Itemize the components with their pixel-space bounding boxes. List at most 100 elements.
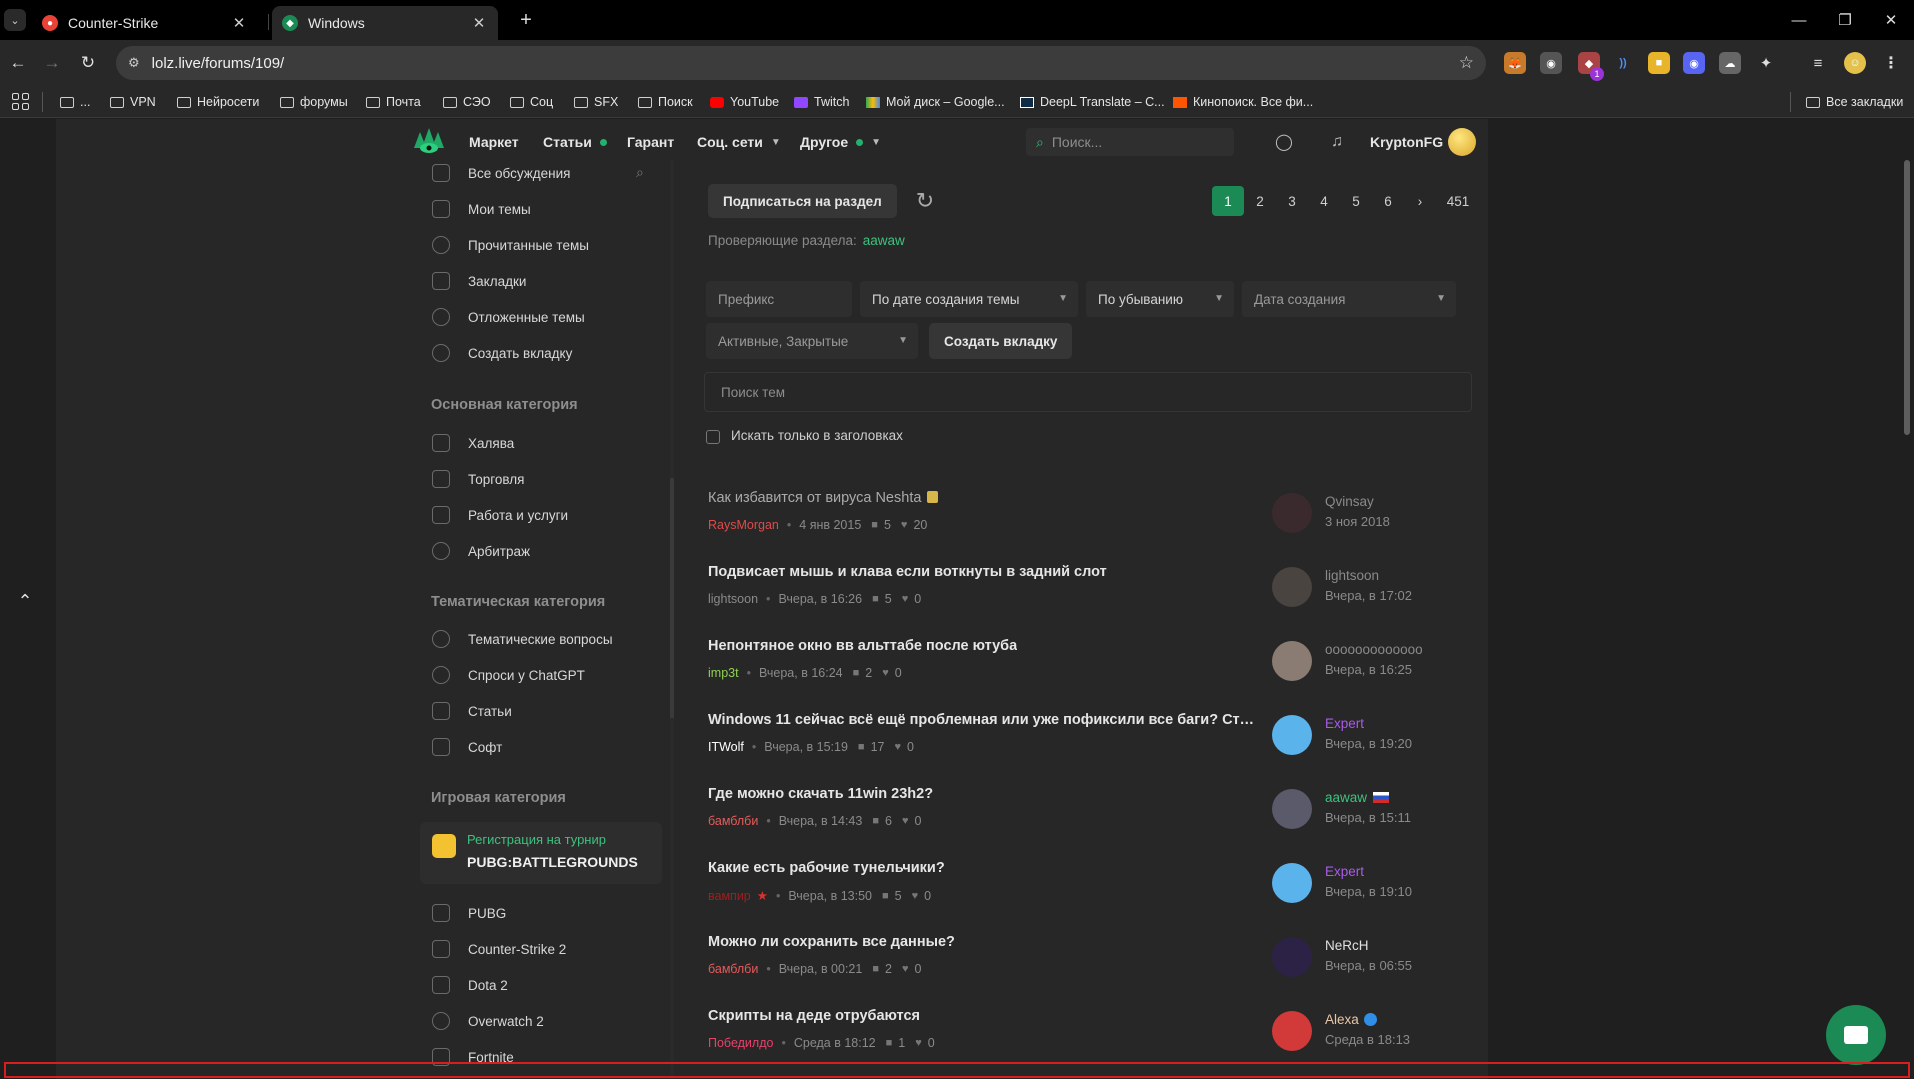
sidebar-item-arbitrage[interactable]: Арбитраж — [432, 540, 530, 562]
browser-menu-icon[interactable]: ⋮ — [1880, 52, 1902, 74]
thread-title-link[interactable]: Скрипты на деде отрубаются — [708, 1008, 920, 1024]
thread-author-link[interactable]: lightsoon — [708, 592, 758, 606]
tab-windows[interactable]: ◆ Windows ✕ — [272, 6, 498, 40]
chat-button[interactable] — [1826, 1005, 1886, 1065]
thread-author-link[interactable]: imp3t — [708, 666, 739, 680]
lolz-logo-icon[interactable] — [412, 126, 446, 156]
sidebar-item-bookmarks[interactable]: Закладки — [432, 270, 526, 292]
thread-title-link[interactable]: Где можно скачать 11win 23h2? — [708, 786, 933, 802]
reload-icon[interactable]: ↻ — [74, 49, 102, 77]
last-poster-name[interactable]: Alexa — [1325, 1012, 1377, 1027]
extension-cloud-icon[interactable]: ☁ — [1719, 52, 1741, 74]
date-filter-select[interactable]: Дата создания ▼ — [1242, 281, 1456, 317]
extension-glasses-icon[interactable]: ◉ — [1540, 52, 1562, 74]
profile-avatar-icon[interactable]: ☺ — [1844, 52, 1866, 74]
sidebar-item-create-tab[interactable]: Создать вкладку — [432, 342, 572, 364]
sidebar-item-dota2[interactable]: Dota 2 — [432, 974, 508, 996]
minimize-icon[interactable]: — — [1776, 0, 1822, 40]
bookmark-folder-mail[interactable]: Почта — [366, 92, 421, 112]
last-poster-name[interactable]: Expert — [1325, 716, 1364, 731]
sidebar-item-questions[interactable]: Тематические вопросы — [432, 628, 613, 650]
titles-only-checkbox[interactable] — [706, 430, 720, 444]
nav-articles[interactable]: Статьи — [543, 134, 607, 150]
tab-counter-strike[interactable]: ● Counter-Strike ✕ — [32, 6, 258, 40]
prefix-filter[interactable]: Префикс — [706, 281, 852, 317]
sidebar-item-cs2[interactable]: Counter-Strike 2 — [432, 938, 566, 960]
page-link-current[interactable]: 1 — [1212, 186, 1244, 216]
bookmark-kinopoisk[interactable]: Кинопоиск. Все фи... — [1173, 92, 1313, 112]
page-scrollbar[interactable] — [1904, 160, 1910, 435]
address-bar[interactable]: ⚙ lolz.live/forums/109/ ☆ — [116, 46, 1486, 80]
page-link[interactable]: 3 — [1276, 186, 1308, 216]
sort-by-select[interactable]: По дате создания темы ▼ — [860, 281, 1078, 317]
bookmark-deepl[interactable]: DeepL Translate – С... — [1020, 92, 1165, 112]
bookmark-star-icon[interactable]: ☆ — [1459, 53, 1474, 73]
thread-title-link[interactable]: Какие есть рабочие тунельчики? — [708, 860, 945, 876]
nav-social[interactable]: Соц. сети ▼ — [697, 134, 781, 150]
extension-discord-icon[interactable]: ◉ — [1683, 52, 1705, 74]
extension-fox-icon[interactable]: 🦊 — [1504, 52, 1526, 74]
thread-state-select[interactable]: Активные, Закрытые ▼ — [706, 323, 918, 359]
thread-title-link[interactable]: Windows 11 сейчас всё ещё проблемная или… — [708, 712, 1256, 728]
page-link[interactable]: 2 — [1244, 186, 1276, 216]
page-link[interactable]: 6 — [1372, 186, 1404, 216]
last-poster-avatar[interactable] — [1272, 1011, 1312, 1051]
apps-grid-icon[interactable] — [12, 93, 29, 110]
sidebar-scrollbar[interactable] — [670, 478, 674, 718]
sidebar-item-pubg[interactable]: PUBG — [432, 902, 506, 924]
bookmark-folder-search[interactable]: Поиск — [638, 92, 693, 112]
tab-close-icon[interactable]: ✕ — [230, 14, 248, 32]
bookmark-folder-soc[interactable]: Соц — [510, 92, 553, 112]
thread-title-link[interactable]: Непонтяное окно вв альттабе после ютуба — [708, 638, 1017, 654]
thread-search-input[interactable]: Поиск тем — [704, 372, 1472, 412]
sidebar-item-read-threads[interactable]: Прочитанные темы — [432, 234, 589, 256]
refresh-icon[interactable]: ↻ — [912, 188, 938, 214]
last-poster-name[interactable]: lightsoon — [1325, 568, 1379, 583]
tab-close-icon[interactable]: ✕ — [470, 14, 488, 32]
create-tab-button[interactable]: Создать вкладку — [929, 323, 1073, 359]
thread-title-link[interactable]: Можно ли сохранить все данные? — [708, 934, 955, 950]
last-poster-name[interactable]: NeRcH — [1325, 938, 1369, 953]
last-poster-avatar[interactable] — [1272, 937, 1312, 977]
bookmark-folder-sfx[interactable]: SFX — [574, 92, 618, 112]
bookmark-folder-vpn[interactable]: VPN — [110, 92, 156, 112]
sidebar-item-chatgpt[interactable]: Спроси у ChatGPT — [432, 664, 585, 686]
last-poster-avatar[interactable] — [1272, 641, 1312, 681]
last-poster-avatar[interactable] — [1272, 715, 1312, 755]
thread-author-link[interactable]: ITWolf — [708, 740, 744, 754]
bookmark-google-drive[interactable]: Мой диск – Google... — [866, 92, 1005, 112]
tab-search-chevron-icon[interactable]: ⌄ — [4, 9, 26, 31]
extension-lock-icon[interactable]: ■ — [1648, 52, 1670, 74]
page-link[interactable]: 5 — [1340, 186, 1372, 216]
thread-author-link[interactable]: Победилдо — [708, 1036, 773, 1050]
thread-author-link[interactable]: вампир — [708, 889, 751, 903]
sidebar-item-articles[interactable]: Статьи — [432, 700, 512, 722]
thread-author-link[interactable]: бамблби — [708, 962, 758, 976]
last-poster-avatar[interactable] — [1272, 789, 1312, 829]
reading-list-icon[interactable]: ≡ — [1807, 52, 1829, 74]
subscribe-button[interactable]: Подписаться на раздел — [708, 184, 897, 218]
header-username[interactable]: KryptonFG — [1370, 134, 1443, 150]
thread-author-link[interactable]: бамблби — [708, 814, 758, 828]
user-avatar[interactable] — [1448, 128, 1476, 156]
thread-title-link[interactable]: Как избавится от вируса Neshta — [708, 490, 939, 506]
scroll-to-top-icon[interactable]: ⌃ — [14, 590, 36, 612]
sidebar-item-my-threads[interactable]: Мои темы — [432, 198, 531, 220]
bookmark-youtube[interactable]: YouTube — [710, 92, 779, 112]
last-poster-avatar[interactable] — [1272, 567, 1312, 607]
window-close-icon[interactable]: ✕ — [1868, 0, 1914, 40]
site-settings-icon[interactable]: ⚙ — [128, 55, 140, 71]
extensions-puzzle-icon[interactable]: ✦ — [1755, 52, 1777, 74]
forward-arrow-icon[interactable]: → — [38, 49, 66, 77]
bookmark-folder-seo[interactable]: СЭО — [443, 92, 491, 112]
extension-audio-icon[interactable]: )) — [1612, 52, 1634, 74]
sidebar-item-software[interactable]: Софт — [432, 736, 502, 758]
page-link-last[interactable]: 451 — [1436, 186, 1480, 216]
nav-other[interactable]: Другое ▼ — [800, 134, 881, 150]
last-poster-name[interactable]: ооооооооооооо — [1325, 642, 1423, 657]
last-poster-name[interactable]: Qvinsay — [1325, 494, 1374, 509]
messages-icon[interactable]: ◯ — [1273, 132, 1295, 152]
bookmark-folder-neural[interactable]: Нейросети — [177, 92, 259, 112]
page-link[interactable]: 4 — [1308, 186, 1340, 216]
sidebar-item-work[interactable]: Работа и услуги — [432, 504, 568, 526]
